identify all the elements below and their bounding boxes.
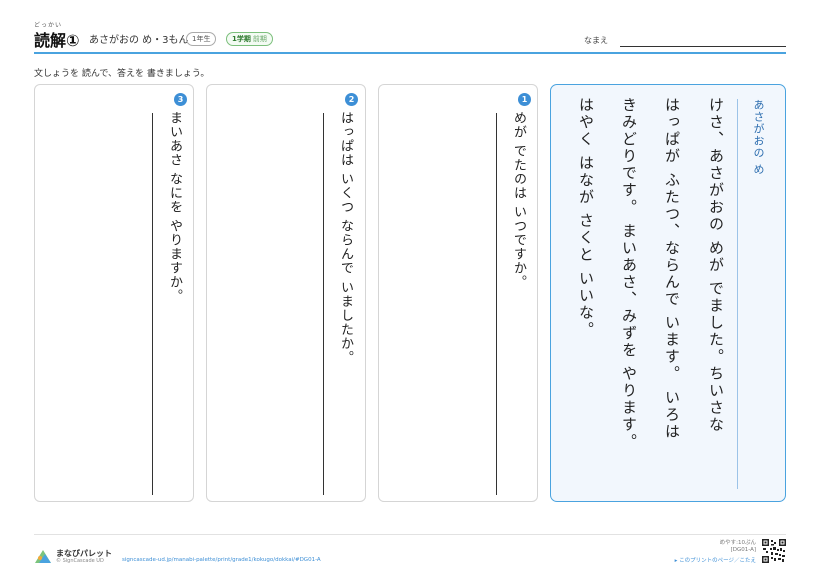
reading-time: めやす:10ぷん [719, 540, 756, 546]
question-number-badge: 3 [174, 93, 187, 106]
name-label: なまえ [584, 36, 608, 45]
answer-page-link[interactable]: ▸ このプリントのページ／こたえ [675, 556, 756, 564]
qr-code-icon[interactable] [762, 539, 786, 563]
header-divider [34, 52, 786, 54]
name-field[interactable] [620, 46, 786, 47]
story-line: はやく はなが さくと いいな。 [577, 97, 595, 339]
answer-line[interactable] [323, 113, 324, 495]
term-label: 1学期 [232, 35, 251, 43]
story-panel: あさがおの め けさ、あさがおの めが でました。ちいさな はっぱが ふたつ、な… [550, 84, 786, 502]
story-line: はっぱが ふたつ、ならんで います。 いろは [663, 97, 681, 441]
page-title: 読解① [34, 31, 80, 50]
page-subtitle: あさがおの め・3もん [89, 35, 189, 46]
term-sub-label: 前期 [252, 35, 267, 43]
answer-line[interactable] [152, 113, 153, 495]
instruction-text: 文しょうを 読んで、答えを 書きましょう。 [34, 69, 210, 79]
question-panel-2: 2 はっぱは いくつ ならんで いましたか。 [206, 84, 366, 502]
story-title: あさがおの め [752, 99, 765, 176]
worksheet-code: [DG01-A] [730, 547, 756, 553]
term-badge: 1学期 前期 [226, 32, 273, 46]
grade-badge: 1年生 [186, 32, 217, 46]
question-number-badge: 1 [518, 93, 531, 106]
question-panel-1: 1 めが でたのは いつですか。 [378, 84, 538, 502]
question-panel-3: 3 まいあさ なにを やりますか。 [34, 84, 194, 502]
footer-divider [34, 534, 786, 535]
worksheet-header: どっかい 読解① あさがおの め・3もん 1年生 1学期 前期 なまえ [34, 20, 786, 52]
story-line: けさ、あさがおの めが でました。ちいさな [707, 97, 725, 434]
story-line: きみどりです。 まいあさ、みずを やります。 [620, 97, 638, 451]
question-text: はっぱは いくつ ならんで いましたか。 [338, 111, 353, 365]
question-text: めが でたのは いつですか。 [511, 111, 526, 290]
answer-line[interactable] [496, 113, 497, 495]
story-title-divider [737, 99, 738, 489]
palette-logo-icon [35, 550, 51, 563]
question-number-badge: 2 [345, 93, 358, 106]
question-text: まいあさ なにを やりますか。 [167, 111, 182, 304]
copyright-text: © SignCascade UD [56, 558, 104, 564]
worksheet-url-link[interactable]: signcascade-ud.jp/manabi-palette/print/g… [122, 557, 321, 563]
